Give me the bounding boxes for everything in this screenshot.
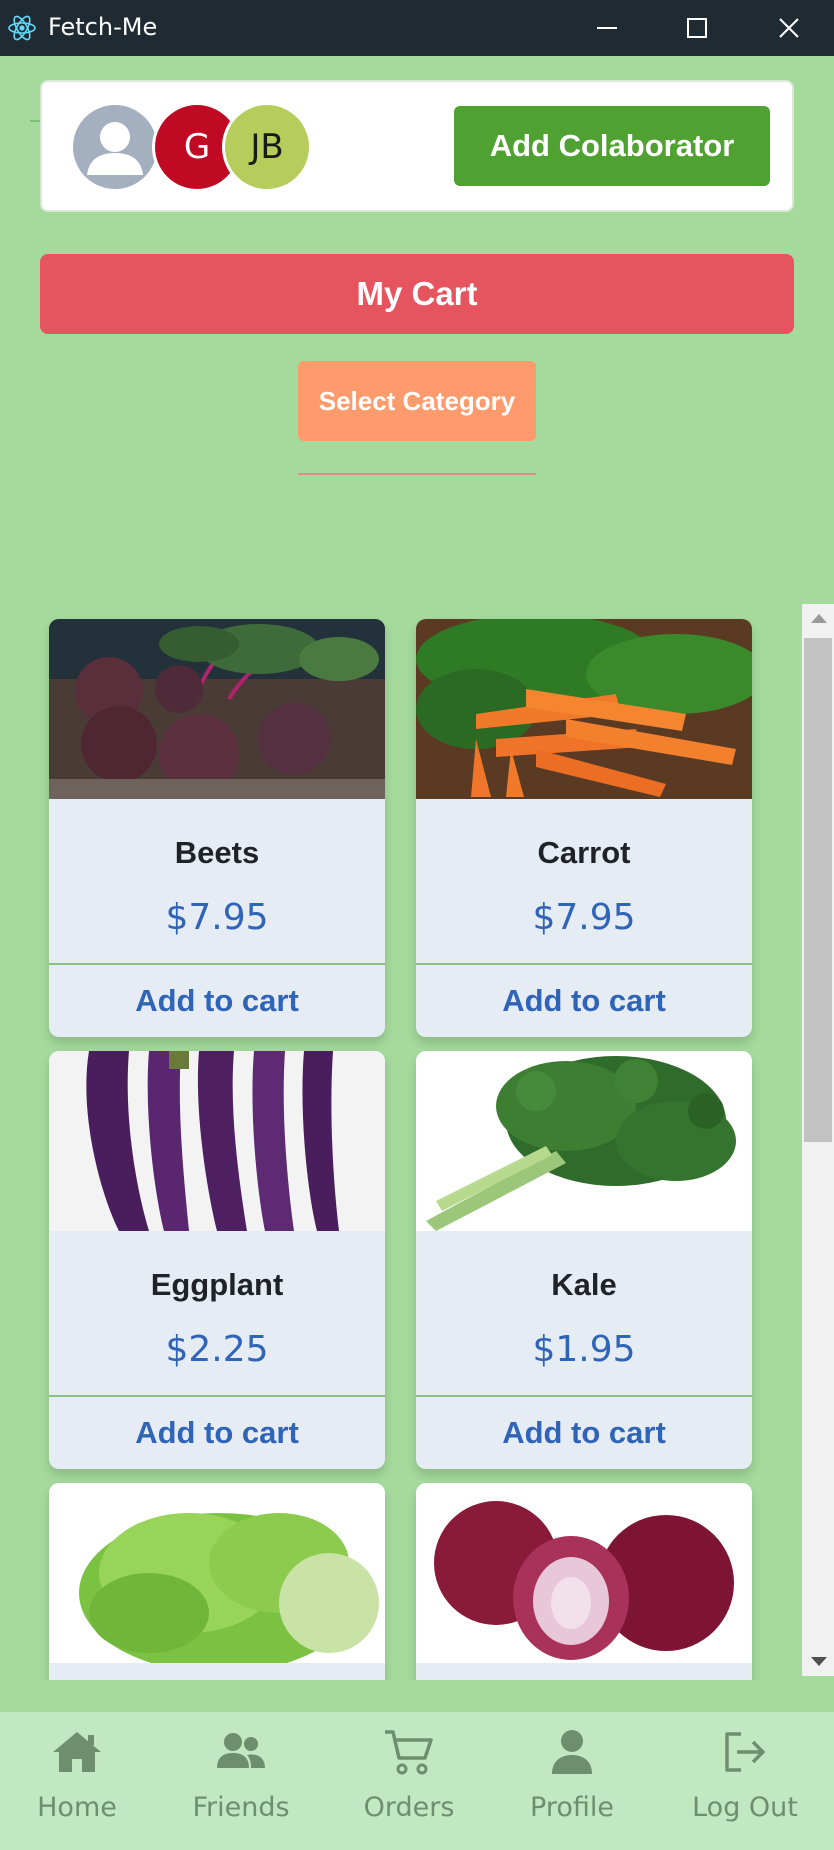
product-price: $7.95 <box>165 897 269 938</box>
eggplant-image <box>49 1051 385 1231</box>
my-cart-button[interactable]: My Cart <box>40 254 794 334</box>
profile-icon <box>552 1730 592 1774</box>
product-card: Carrot $7.95 Add to cart <box>416 619 752 1037</box>
nav-item-logout[interactable]: Log Out <box>670 1728 820 1838</box>
avatar-default-user[interactable] <box>70 102 160 192</box>
category-underline <box>298 473 536 475</box>
add-collaborator-button[interactable]: Add Colaborator <box>454 106 770 186</box>
minimize-button[interactable] <box>562 0 652 56</box>
product-card <box>416 1483 752 1680</box>
user-icon <box>87 122 143 175</box>
cart-icon <box>385 1730 433 1775</box>
logout-icon <box>725 1732 765 1772</box>
home-icon <box>53 1732 101 1772</box>
product-name: Carrot <box>537 835 631 870</box>
beets-image <box>49 619 385 799</box>
product-price: $7.95 <box>532 897 636 938</box>
lettuce-image <box>49 1483 385 1663</box>
avatar-collaborator[interactable]: JB <box>222 102 312 192</box>
product-card: Kale $1.95 Add to cart <box>416 1051 752 1469</box>
product-name: Eggplant <box>150 1267 284 1302</box>
nav-label: Orders <box>363 1792 455 1823</box>
close-icon <box>779 18 799 38</box>
product-scrollbar[interactable] <box>802 604 834 1676</box>
nav-label: Log Out <box>692 1792 798 1823</box>
maximize-button[interactable] <box>652 0 742 56</box>
product-name: Kale <box>551 1267 617 1302</box>
product-card: Beets $7.95 Add to cart <box>49 619 385 1037</box>
friends-icon <box>217 1733 265 1768</box>
add-to-cart-button[interactable]: Add to cart <box>49 1397 385 1469</box>
nav-label: Profile <box>530 1792 614 1823</box>
nav-item-profile[interactable]: Profile <box>497 1728 647 1838</box>
maximize-icon <box>687 18 707 38</box>
product-price: $1.95 <box>532 1329 636 1370</box>
scroll-thumb[interactable] <box>804 638 832 1142</box>
window-titlebar: Fetch-Me <box>0 0 834 56</box>
nav-label: Friends <box>192 1792 290 1823</box>
product-grid: Beets $7.95 Add to cart Carrot $7.95 Add… <box>0 600 804 1680</box>
kale-image <box>416 1051 752 1231</box>
carrot-image <box>416 619 752 799</box>
add-to-cart-button[interactable]: Add to cart <box>416 965 752 1037</box>
close-button[interactable] <box>744 0 834 56</box>
product-name: Beets <box>174 835 260 870</box>
select-category-button[interactable]: Select Category <box>298 361 536 441</box>
react-app-icon <box>6 12 38 44</box>
bottom-navigation: Home Friends Orders Profile Log Out <box>0 1712 834 1850</box>
add-to-cart-button[interactable]: Add to cart <box>49 965 385 1037</box>
nav-item-orders[interactable]: Orders <box>334 1728 484 1838</box>
product-card <box>49 1483 385 1680</box>
minimize-icon <box>597 27 617 29</box>
product-price: $2.25 <box>165 1329 269 1370</box>
scroll-up-arrow-icon[interactable] <box>811 614 827 623</box>
add-to-cart-button[interactable]: Add to cart <box>416 1397 752 1469</box>
window-title: Fetch-Me <box>48 13 158 41</box>
nav-item-home[interactable]: Home <box>2 1728 152 1838</box>
red-onion-image <box>416 1483 752 1663</box>
nav-label: Home <box>37 1792 117 1823</box>
product-card: Eggplant $2.25 Add to cart <box>49 1051 385 1469</box>
scroll-down-arrow-icon[interactable] <box>811 1657 827 1666</box>
nav-item-friends[interactable]: Friends <box>166 1728 316 1838</box>
collaborators-card: G JB Add Colaborator <box>40 80 794 212</box>
